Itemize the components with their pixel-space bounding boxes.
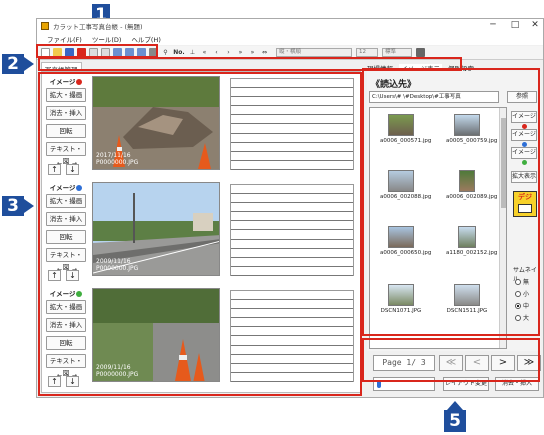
last-icon[interactable]: »	[236, 48, 245, 57]
search-icon[interactable]: ⚲	[161, 48, 170, 57]
highlight-page-nav	[362, 338, 540, 382]
menu-tools[interactable]: ツール(D)	[92, 34, 122, 44]
link-icon[interactable]: ⇔	[260, 48, 269, 57]
highlight-menu	[36, 44, 158, 58]
maximize-button[interactable]: □	[505, 19, 525, 33]
callout-5-arrow	[447, 401, 463, 410]
menu-help[interactable]: ヘルプ(H)	[131, 34, 160, 44]
app-icon	[41, 22, 49, 30]
first-icon[interactable]: «	[200, 48, 209, 57]
title-bar: カラット工事写真台帳 - (無題) ─ □ ✕	[37, 19, 543, 33]
menu-file[interactable]: ファイル(F)	[47, 34, 82, 44]
prev-page-icon[interactable]: ‹	[212, 48, 221, 57]
next-page-icon[interactable]: ›	[224, 48, 233, 57]
callout-3-arrow	[24, 199, 34, 213]
callout-2: 2	[2, 54, 24, 74]
window-title: カラット工事写真台帳 - (無題)	[53, 23, 143, 31]
style-select[interactable]: 標準	[382, 48, 412, 57]
jump-icon[interactable]: »	[248, 48, 257, 57]
minimize-button[interactable]: ─	[483, 19, 503, 33]
close-button[interactable]: ✕	[525, 19, 544, 33]
highlight-photo-list	[38, 72, 362, 396]
callout-3: 3	[2, 196, 24, 216]
size-select[interactable]: 12	[356, 48, 378, 57]
callout-5: 5	[444, 410, 466, 432]
callout-2-arrow	[24, 57, 34, 71]
sort-select[interactable]: 縦・横順	[276, 48, 352, 57]
align-icon[interactable]: ⊥	[188, 48, 197, 57]
color-icon[interactable]	[416, 48, 425, 57]
highlight-image-browser	[362, 68, 540, 336]
number-button[interactable]: No.	[173, 48, 185, 57]
